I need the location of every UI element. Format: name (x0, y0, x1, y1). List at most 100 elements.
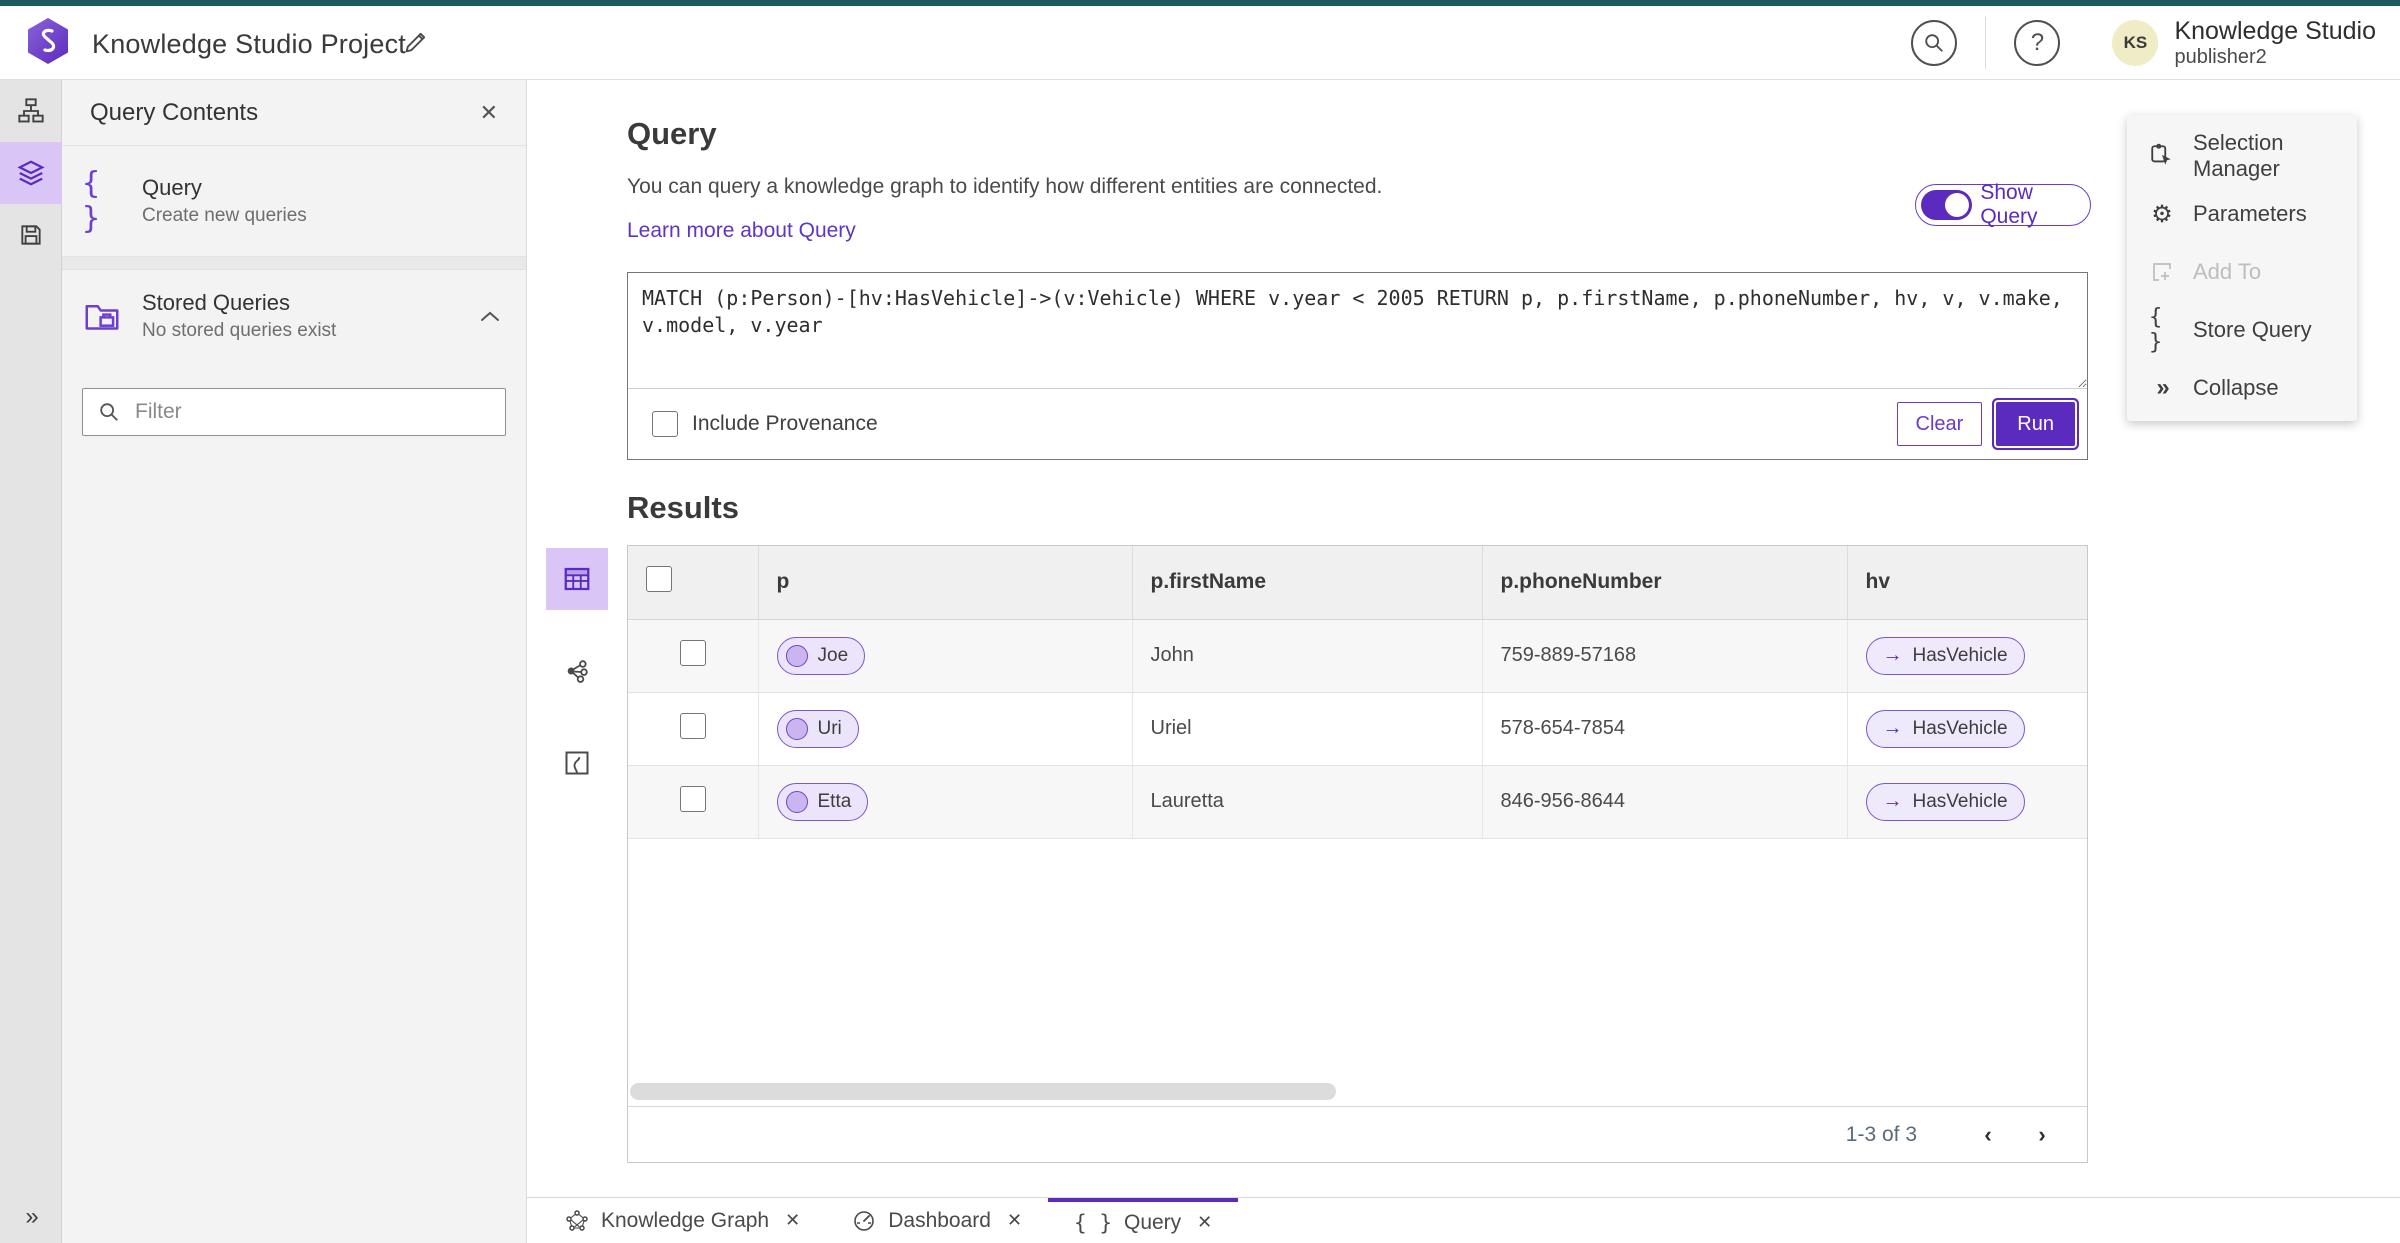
map-view-icon (565, 751, 589, 775)
run-button[interactable]: Run (1996, 402, 2075, 446)
toggle-switch[interactable] (1921, 190, 1973, 220)
stored-queries-sublabel: No stored queries exist (142, 320, 337, 341)
header-divider (1985, 17, 1987, 69)
table-pagination: 1-3 of 3 ‹ › (628, 1106, 2087, 1162)
arrow-right-icon: → (1882, 790, 1903, 812)
parameters-label: Parameters (2193, 201, 2307, 226)
table-row[interactable]: Etta Lauretta 846-956-8644 → HasVehicle (628, 765, 2087, 839)
query-textarea[interactable]: MATCH (p:Person)-[hv:HasVehicle]->(v:Veh… (628, 273, 2087, 389)
pagination-range: 1-3 of 3 (1845, 1122, 1917, 1146)
main-content: Query You can query a knowledge graph to… (527, 80, 2400, 1197)
question-mark-icon: ? (2030, 29, 2045, 56)
include-provenance-checkbox[interactable] (652, 411, 678, 437)
include-provenance-label: Include Provenance (692, 412, 878, 435)
panel-item-query[interactable]: { } Query Create new queries (62, 146, 526, 257)
cell-phonenumber: 759-889-57168 (1482, 619, 1848, 693)
folder-icon (82, 299, 122, 333)
column-header-phonenumber[interactable]: p.phoneNumber (1482, 546, 1848, 620)
selection-manager-button[interactable]: Selection Manager (2127, 127, 2357, 185)
collapse-label: Collapse (2193, 375, 2279, 400)
prev-page-button[interactable]: ‹ (1961, 1122, 2015, 1148)
map-view-button[interactable] (546, 732, 608, 794)
cell-firstname: Lauretta (1132, 765, 1483, 839)
node-dot-icon (785, 644, 808, 667)
project-title: Knowledge Studio Project (92, 29, 406, 59)
table-view-button[interactable] (546, 548, 608, 610)
query-contents-panel: Query Contents ✕ { } Query Create new qu… (62, 80, 527, 1243)
close-tab-button[interactable]: ✕ (1007, 1210, 1022, 1231)
entity-pill[interactable]: Uri (776, 709, 859, 748)
header-actions: ? KS Knowledge Studio publisher2 (1911, 6, 2390, 80)
edit-title-button[interactable] (402, 28, 430, 56)
panel-title: Query Contents (90, 98, 259, 126)
tab-knowledge-graph[interactable]: Knowledge Graph ✕ (539, 1198, 826, 1243)
sidebar-item-save[interactable] (0, 204, 62, 266)
user-avatar[interactable]: KS (2112, 20, 2159, 66)
braces-icon: { } (1074, 1210, 1112, 1235)
app-logo[interactable] (28, 18, 68, 64)
next-page-button[interactable]: › (2015, 1122, 2069, 1148)
panel-item-stored-queries[interactable]: Stored Queries No stored queries exist (62, 270, 526, 362)
show-query-toggle[interactable]: Show Query (1915, 181, 2091, 228)
query-item-sublabel: Create new queries (142, 205, 307, 226)
collapse-panel-button[interactable]: » Collapse (2127, 359, 2357, 417)
horizontal-scrollbar[interactable] (630, 1083, 1336, 1100)
edge-pill[interactable]: → HasVehicle (1865, 782, 2025, 821)
entity-pill[interactable]: Etta (776, 782, 869, 821)
entity-pill[interactable]: Joe (776, 636, 866, 675)
tab-dashboard[interactable]: Dashboard ✕ (826, 1198, 1048, 1243)
toggle-knob (1945, 193, 1970, 217)
select-all-checkbox[interactable] (646, 566, 672, 593)
selection-manager-label: Selection Manager (2193, 130, 2284, 181)
graph-view-button[interactable] (546, 640, 608, 702)
collapse-section-button[interactable] (480, 309, 500, 323)
query-actions-panel: Selection Manager ⚙ Parameters Add To { … (2127, 115, 2357, 421)
column-header-firstname[interactable]: p.firstName (1132, 546, 1483, 620)
table-row[interactable]: Uri Uriel 578-654-7854 → HasVehicle (628, 692, 2087, 766)
close-tab-button[interactable]: ✕ (785, 1210, 800, 1231)
tab-query[interactable]: { } Query ✕ (1048, 1198, 1239, 1243)
row-checkbox[interactable] (679, 639, 706, 666)
bottom-tab-bar: Knowledge Graph ✕ Dashboard ✕ { } Query … (527, 1197, 2400, 1243)
parameters-button[interactable]: ⚙ Parameters (2127, 185, 2357, 243)
close-tab-button[interactable]: ✕ (1197, 1212, 1212, 1233)
save-icon (21, 225, 41, 245)
filter-input[interactable] (82, 388, 506, 436)
column-header-p[interactable]: p (758, 546, 1133, 620)
stored-queries-label: Stored Queries (142, 290, 290, 315)
clear-button[interactable]: Clear (1896, 402, 1983, 446)
store-query-button[interactable]: { } Store Query (2127, 301, 2357, 359)
node-dot-icon (785, 717, 808, 740)
help-button[interactable]: ? (2014, 20, 2061, 66)
page-title: Query (627, 116, 717, 151)
column-header-hv[interactable]: hv (1847, 546, 2087, 620)
sidebar-item-query-contents[interactable] (0, 142, 62, 204)
add-to-button[interactable]: Add To (2127, 243, 2357, 301)
edge-pill[interactable]: → HasVehicle (1865, 636, 2025, 675)
cell-phonenumber: 846-956-8644 (1482, 765, 1848, 839)
left-icon-rail: » (0, 80, 62, 1243)
results-table-card: p p.firstName p.phoneNumber hv Joe John … (627, 545, 2088, 1163)
graph-view-icon (567, 660, 588, 683)
search-button[interactable] (1911, 20, 1958, 66)
edge-pill[interactable]: → HasVehicle (1865, 709, 2025, 748)
row-checkbox[interactable] (679, 785, 706, 812)
sidebar-item-hierarchy[interactable] (0, 80, 62, 142)
knowledge-studio-app: Knowledge Studio Project ? KS Knowledge … (0, 0, 2400, 1243)
learn-more-link[interactable]: Learn more about Query (627, 219, 856, 243)
table-row[interactable]: Joe John 759-889-57168 → HasVehicle (628, 619, 2087, 693)
tab-label: Dashboard (888, 1208, 991, 1232)
table-view-icon (564, 567, 590, 591)
row-checkbox[interactable] (679, 712, 706, 739)
app-header: Knowledge Studio Project ? KS Knowledge … (0, 6, 2400, 80)
gear-icon: ⚙ (2151, 200, 2173, 228)
cell-firstname: Uriel (1132, 692, 1483, 766)
close-panel-button[interactable]: ✕ (480, 100, 498, 126)
braces-icon: { } (82, 166, 101, 236)
results-table: p p.firstName p.phoneNumber hv Joe John … (628, 546, 2087, 839)
show-query-label: Show Query (1980, 181, 2038, 228)
selection-manager-icon (2149, 143, 2175, 169)
add-to-label: Add To (2193, 259, 2262, 284)
expand-rail-button[interactable]: » (0, 1203, 62, 1231)
user-role: publisher2 (2174, 45, 2267, 68)
